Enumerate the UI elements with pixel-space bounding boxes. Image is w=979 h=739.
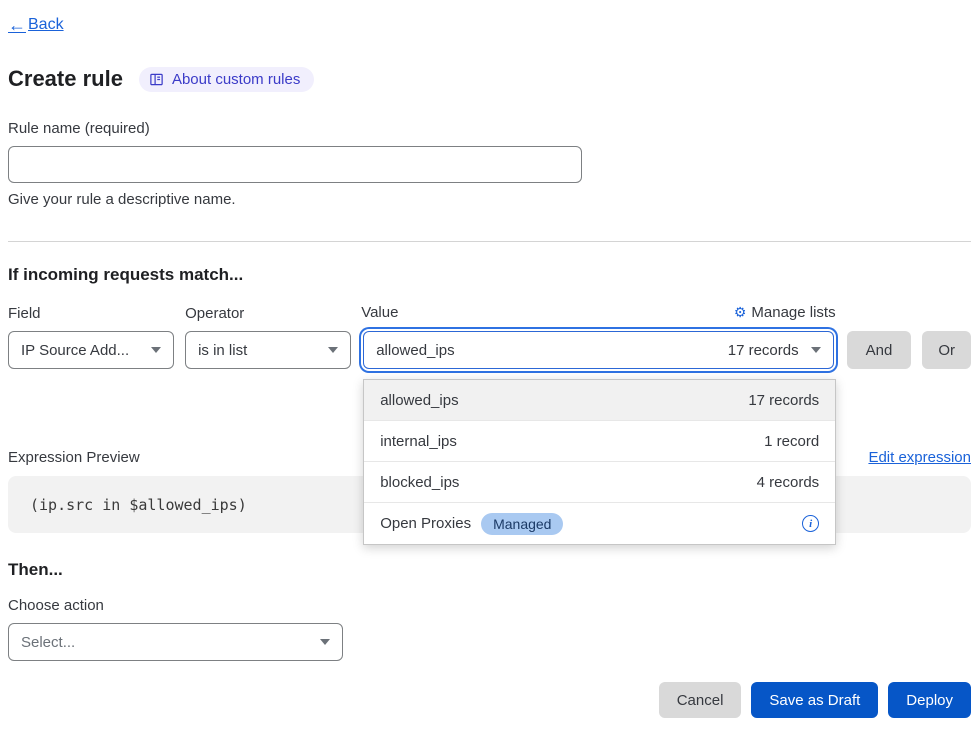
operator-select-value: is in list — [198, 342, 316, 359]
title-row: Create rule About custom rules — [8, 66, 971, 92]
list-item-internal-ips[interactable]: internal_ips 1 record — [364, 421, 835, 462]
expression-preview-label: Expression Preview — [8, 449, 140, 466]
chevron-down-icon — [151, 347, 161, 353]
choose-action-label: Choose action — [8, 597, 971, 614]
operator-label: Operator — [185, 304, 351, 331]
and-button[interactable]: And — [847, 331, 912, 369]
gear-icon: ⚙ — [734, 304, 747, 321]
match-section-heading: If incoming requests match... — [8, 265, 971, 285]
chevron-down-icon — [320, 639, 330, 645]
list-item-name: blocked_ips — [380, 474, 459, 491]
field-column: Field IP Source Add... — [8, 304, 174, 369]
value-select-name: allowed_ips — [376, 342, 716, 359]
about-custom-rules-link[interactable]: About custom rules — [139, 67, 314, 92]
rule-name-label: Rule name (required) — [8, 120, 971, 137]
edit-expression-link[interactable]: Edit expression — [868, 449, 971, 466]
list-item-name: Open Proxies — [380, 515, 471, 532]
value-dropdown-panel: allowed_ips 17 records internal_ips 1 re… — [363, 379, 836, 545]
list-item-name: internal_ips — [380, 433, 457, 450]
expression-code: (ip.src in $allowed_ips) — [30, 496, 247, 514]
value-label: Value — [361, 304, 398, 321]
condition-row: Field IP Source Add... Operator is in li… — [8, 304, 971, 369]
field-select-value: IP Source Add... — [21, 342, 139, 359]
back-label: Back — [28, 16, 64, 34]
or-button[interactable]: Or — [922, 331, 971, 369]
operator-column: Operator is in list — [185, 304, 351, 369]
list-item-count: 17 records — [748, 392, 819, 409]
back-arrow-icon: ← — [8, 16, 26, 34]
chevron-down-icon — [328, 347, 338, 353]
list-item-count: 1 record — [764, 433, 819, 450]
page-title: Create rule — [8, 66, 123, 92]
action-select-placeholder: Select... — [21, 634, 308, 651]
manage-lists-label: Manage lists — [751, 304, 835, 321]
list-item-name: allowed_ips — [380, 392, 458, 409]
field-select[interactable]: IP Source Add... — [8, 331, 174, 369]
footer-actions: Cancel Save as Draft Deploy — [8, 682, 971, 718]
field-label: Field — [8, 304, 174, 331]
operator-select[interactable]: is in list — [185, 331, 351, 369]
back-link[interactable]: ←Back — [8, 16, 64, 34]
cancel-button[interactable]: Cancel — [659, 682, 742, 718]
book-icon — [149, 72, 164, 87]
list-item-allowed-ips[interactable]: allowed_ips 17 records — [364, 380, 835, 421]
rule-name-input[interactable] — [8, 146, 582, 183]
value-select-count: 17 records — [728, 342, 799, 359]
info-icon[interactable]: i — [802, 515, 819, 532]
value-label-row: Value ⚙Manage lists — [361, 304, 835, 331]
value-column: Value ⚙Manage lists allowed_ips 17 recor… — [361, 304, 835, 369]
managed-badge: Managed — [481, 513, 563, 535]
list-item-count: 4 records — [757, 474, 820, 491]
action-select[interactable]: Select... — [8, 623, 343, 661]
create-rule-page: ←Back Create rule About custom rules Rul… — [0, 0, 979, 718]
deploy-button[interactable]: Deploy — [888, 682, 971, 718]
then-section-heading: Then... — [8, 560, 971, 580]
chevron-down-icon — [811, 347, 821, 353]
rule-name-helper: Give your rule a descriptive name. — [8, 191, 971, 208]
list-item-open-proxies[interactable]: Open Proxies Managed i — [364, 503, 835, 544]
value-select[interactable]: allowed_ips 17 records — [363, 331, 833, 369]
save-as-draft-button[interactable]: Save as Draft — [751, 682, 878, 718]
section-divider — [8, 241, 971, 242]
manage-lists-link[interactable]: ⚙Manage lists — [734, 304, 836, 321]
about-badge-label: About custom rules — [172, 71, 300, 88]
list-item-blocked-ips[interactable]: blocked_ips 4 records — [364, 462, 835, 503]
